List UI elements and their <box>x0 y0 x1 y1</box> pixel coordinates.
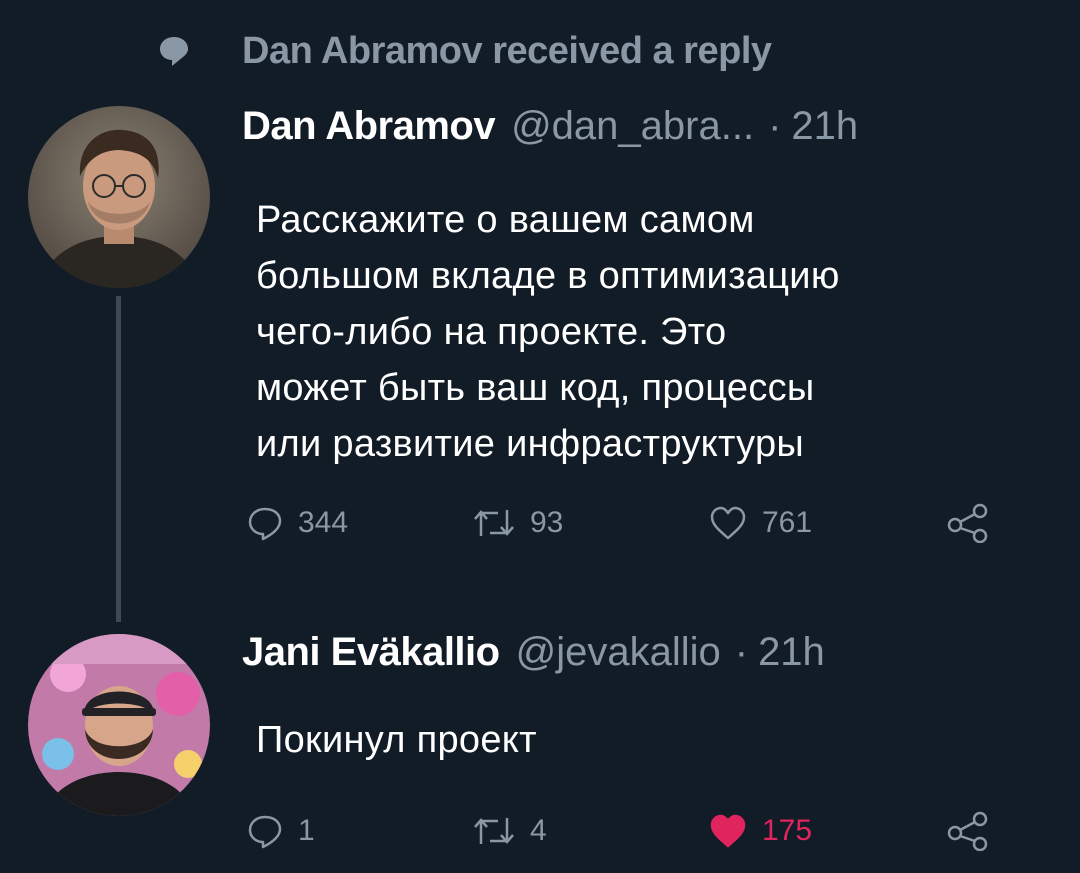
timestamp[interactable]: 21h <box>791 104 858 149</box>
reply-icon <box>248 815 282 849</box>
thread-line <box>116 296 121 622</box>
like-button[interactable]: 761 <box>708 498 812 548</box>
retweet-icon <box>474 818 514 844</box>
retweet-button[interactable]: 4 <box>472 806 547 856</box>
speech-bubble-icon <box>160 37 188 66</box>
display-name[interactable]: Dan Abramov <box>242 104 496 149</box>
tweet-actions: 344 93 761 <box>246 498 1006 548</box>
tweet-header: Dan Abramov @dan_abra... · 21h <box>242 104 858 149</box>
share-button[interactable] <box>946 806 990 856</box>
reply-button[interactable]: 1 <box>246 806 315 856</box>
share-button[interactable] <box>946 498 990 548</box>
timestamp[interactable]: 21h <box>758 630 825 675</box>
reply-icon <box>248 507 282 541</box>
separator-dot: · <box>768 104 782 148</box>
tweet-actions: 1 4 175 <box>246 806 1006 856</box>
tweet-text: Расскажите о вашем самом большом вкладе … <box>256 199 840 465</box>
heart-filled-icon <box>710 814 746 848</box>
like-count: 761 <box>762 506 813 539</box>
like-count: 175 <box>762 814 813 847</box>
retweet-count: 93 <box>530 506 564 539</box>
context-text: Dan Abramov received a reply <box>242 30 772 72</box>
heart-icon <box>710 506 746 540</box>
avatar[interactable] <box>28 106 210 288</box>
like-button[interactable]: 175 <box>708 806 812 856</box>
user-handle[interactable]: @jevakallio <box>516 630 721 675</box>
reply-count: 344 <box>298 506 349 539</box>
separator-dot: · <box>734 630 749 674</box>
share-icon <box>947 503 988 543</box>
tweet-text: Покинул проект <box>256 719 537 761</box>
user-handle[interactable]: @dan_abra... <box>511 104 754 149</box>
avatar[interactable] <box>28 634 210 816</box>
retweet-icon <box>474 510 514 536</box>
retweet-button[interactable]: 93 <box>472 498 563 548</box>
reply-count: 1 <box>298 814 315 847</box>
reply-button[interactable]: 344 <box>246 498 348 548</box>
display-name[interactable]: Jani Eväkallio <box>242 630 500 675</box>
share-icon <box>947 811 988 851</box>
retweet-count: 4 <box>530 814 547 847</box>
tweet-header: Jani Eväkallio @jevakallio · 21h <box>242 630 825 675</box>
